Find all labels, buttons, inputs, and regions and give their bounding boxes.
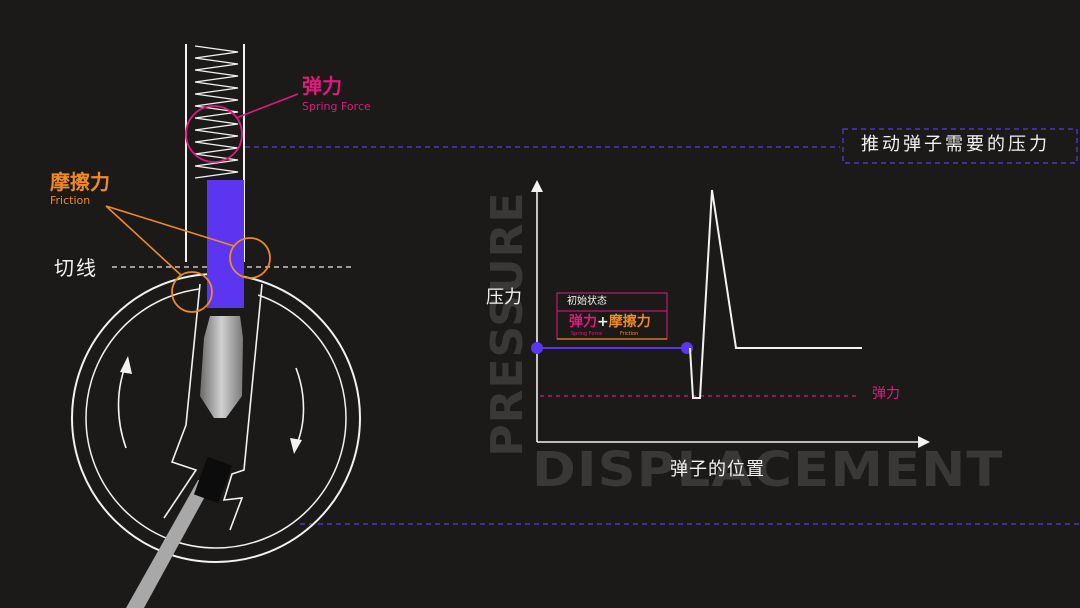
legend-friction-en: Friction [620,331,639,337]
friction-label-en: Friction [50,194,91,207]
watermark-pressure: PRESSURE [482,191,533,457]
key-pin [200,316,243,418]
legend-spring-cn: 弹力 [569,314,597,330]
legend-row: 弹力+摩擦力 [569,315,651,329]
spring-force-line-label: 弹力 [872,386,900,402]
legend-friction-cn: 摩擦力 [608,314,651,330]
friction-label-cn: 摩擦力 [50,170,110,194]
diagram-svg [71,44,1080,608]
diagram-stage: PRESSURE DISPLACEMENT 弹力 Spring Force 摩擦… [0,0,1080,608]
spring-force-label-en: Spring Force [302,100,371,113]
pressure-axis-label: 压力 [486,287,522,308]
legend-spring-en: Spring Force [571,331,603,337]
push-pressure-label: 推动弹子需要的压力 [861,134,1050,155]
friction-callout-line-a [105,205,183,277]
spring-force-label-cn: 弹力 [302,74,342,98]
watermark-displacement: DISPLACEMENT [532,442,1004,498]
spring-force-callout-line [235,93,299,119]
tangent-label: 切线 [54,256,98,280]
legend-plus: + [597,314,609,330]
legend-title: 初始状态 [567,296,607,307]
initial-state-segment [531,342,693,354]
pressure-curve [689,189,862,399]
spring-force-callout-circle [185,105,243,163]
displacement-axis-label: 弹子的位置 [670,459,765,480]
